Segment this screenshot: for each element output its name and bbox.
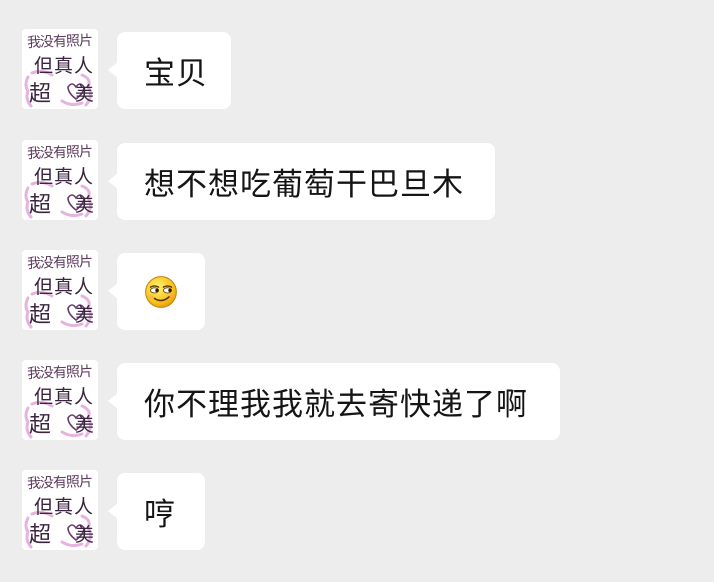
avatar-text-line2: 但真人 (34, 55, 95, 77)
message-bubble[interactable]: 宝贝 (108, 32, 231, 109)
contact-avatar[interactable]: 我没有照片 但真人 超 美 (22, 470, 98, 550)
smirk-face-icon (145, 275, 177, 308)
avatar-text-line3-right: 美 (75, 83, 95, 105)
avatar-text-line3-right: 美 (75, 304, 95, 326)
avatar-text-line1: 我没有照片 (26, 253, 93, 273)
avatar-text-line1: 我没有照片 (26, 473, 93, 493)
avatar-text-line2: 但真人 (34, 386, 95, 408)
message-bubble[interactable] (108, 253, 205, 330)
avatar-text-line3-left: 超 (29, 413, 52, 438)
message-bubble[interactable]: 想不想吃葡萄干巴旦木 (108, 143, 495, 220)
avatar-text-line3-left: 超 (29, 303, 52, 328)
avatar-text-line1: 我没有照片 (26, 363, 93, 383)
avatar-text-line1: 我没有照片 (26, 143, 93, 163)
avatar-text-line3-right: 美 (75, 414, 95, 436)
avatar-text-line2: 但真人 (34, 496, 95, 518)
message-bubble[interactable]: 哼 (108, 473, 205, 550)
contact-avatar[interactable]: 我没有照片 但真人 超 美 (22, 29, 98, 109)
avatar-text-line3-right: 美 (75, 194, 95, 216)
avatar-text-line3-left: 超 (29, 82, 52, 107)
contact-avatar[interactable]: 我没有照片 但真人 超 美 (22, 250, 98, 330)
avatar-text-line3-right: 美 (75, 524, 95, 546)
avatar-text-line3-left: 超 (29, 193, 52, 218)
message-bubble[interactable]: 你不理我我就去寄快递了啊 (108, 363, 560, 440)
contact-avatar[interactable]: 我没有照片 但真人 超 美 (22, 360, 98, 440)
avatar-text-line2: 但真人 (34, 166, 95, 188)
avatar-text-line2: 但真人 (34, 276, 95, 298)
avatar-text-line3-left: 超 (29, 523, 52, 548)
avatar-text-line1: 我没有照片 (26, 32, 93, 52)
contact-avatar[interactable]: 我没有照片 但真人 超 美 (22, 140, 98, 220)
chat-message-list[interactable]: 我没有照片 但真人 超 美 宝贝 我没有照片 但真人 超 美 想不想吃葡萄干巴旦… (0, 0, 714, 582)
